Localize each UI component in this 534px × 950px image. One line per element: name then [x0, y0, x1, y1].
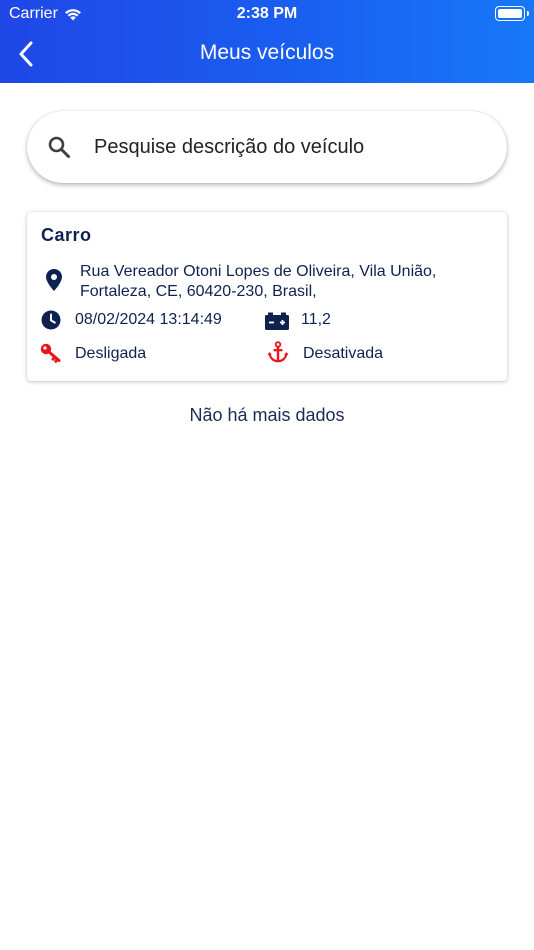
- page-title: Meus veículos: [199, 41, 335, 64]
- search-input[interactable]: [94, 111, 494, 183]
- vehicle-address-line1: Rua Vereador Otoni Lopes de Oliveira, Vi…: [80, 263, 437, 280]
- app-header: Carrier 2:38 PM Meus veículos: [0, 0, 534, 83]
- vehicle-anchor-status: Desativada: [303, 345, 384, 362]
- status-battery-icon: [495, 6, 529, 21]
- vehicle-datetime: 08/02/2024 13:14:49: [75, 311, 222, 328]
- vehicle-battery-voltage: 11,2: [301, 311, 331, 328]
- vehicle-name: Carro: [41, 225, 92, 245]
- vehicle-card[interactable]: Carro Rua Vereador Otoni Lopes de Olivei…: [27, 212, 507, 381]
- key-icon: [40, 342, 62, 364]
- status-bar: Carrier 2:38 PM: [0, 0, 534, 28]
- end-of-list-message: Não há mais dados: [189, 405, 345, 425]
- location-pin-icon: [43, 269, 65, 291]
- search-icon: [48, 136, 70, 158]
- vehicle-address-line2: Fortaleza, CE, 60420-230, Brasil,: [80, 283, 317, 300]
- search-bar[interactable]: [27, 111, 507, 183]
- clock-icon: [40, 309, 62, 331]
- status-time: 2:38 PM: [236, 5, 298, 22]
- battery-icon: [265, 310, 289, 332]
- vehicle-ignition-status: Desligada: [75, 345, 147, 362]
- anchor-icon: [267, 341, 289, 363]
